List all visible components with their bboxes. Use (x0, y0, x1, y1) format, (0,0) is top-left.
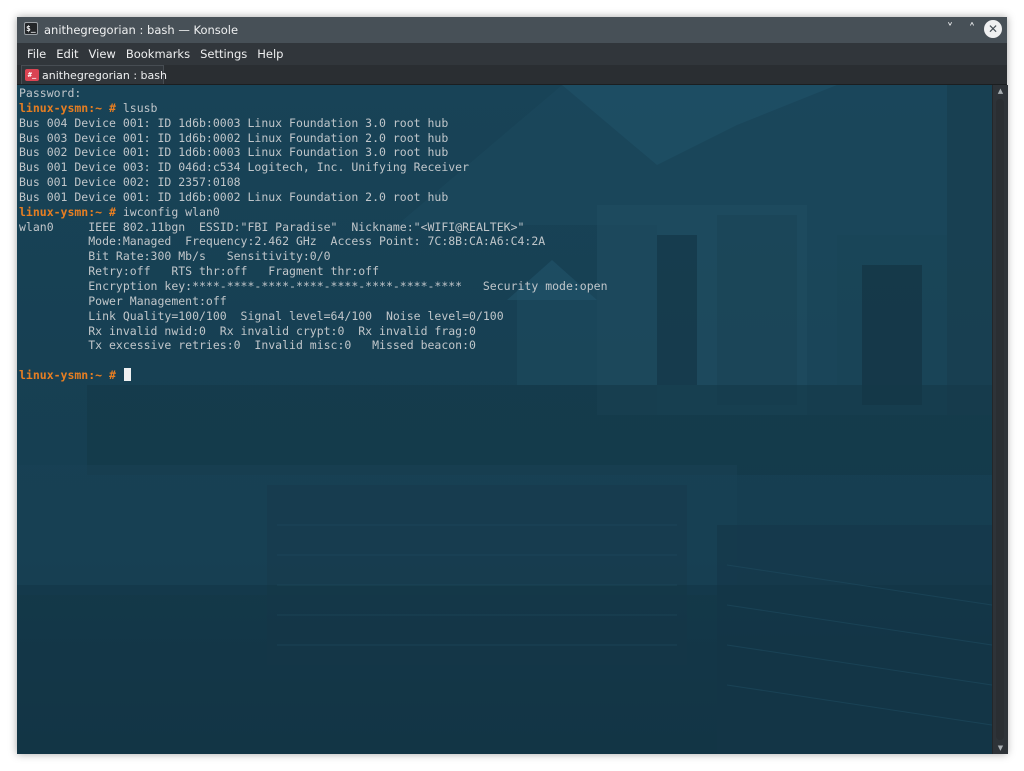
output-text: Bus 001 Device 003: ID 046d:c534 Logitec… (19, 160, 470, 175)
terminal-line: Password: (19, 86, 608, 101)
output-text: Rx invalid nwid:0 Rx invalid crypt:0 Rx … (19, 323, 476, 338)
menu-settings[interactable]: Settings (195, 43, 252, 65)
terminal-tab-icon: #_ (25, 69, 39, 81)
shell-prompt: linux-ysmn:~ # (19, 100, 116, 115)
menu-bookmarks[interactable]: Bookmarks (121, 43, 195, 65)
output-text: Retry:off RTS thr:off Fragment thr:off (19, 264, 380, 279)
scroll-up-icon[interactable]: ▲ (993, 85, 1008, 97)
menu-help[interactable]: Help (252, 43, 288, 65)
terminal-line: Bus 001 Device 003: ID 046d:c534 Logitec… (19, 160, 608, 175)
output-text: Bus 002 Device 001: ID 1d6b:0003 Linux F… (19, 145, 449, 160)
close-icon: ✕ (987, 22, 999, 36)
terminal-line: linux-ysmn:~ # iwconfig wlan0 (19, 205, 608, 220)
terminal-line: linux-ysmn:~ # lsusb (19, 101, 608, 116)
output-text: Power Management:off (19, 293, 227, 308)
terminal-line: Bus 001 Device 001: ID 1d6b:0002 Linux F… (19, 190, 608, 205)
tab-bar: #_ anithegregorian : bash (17, 65, 1007, 85)
shell-command (116, 368, 123, 382)
terminal-line: Bus 004 Device 001: ID 1d6b:0003 Linux F… (19, 116, 608, 131)
maximize-button[interactable]: ˄ (963, 21, 981, 39)
terminal-line: Bus 002 Device 001: ID 1d6b:0003 Linux F… (19, 145, 608, 160)
shell-prompt: linux-ysmn:~ # (19, 368, 116, 383)
menu-view[interactable]: View (84, 43, 121, 65)
output-text: Encryption key:****-****-****-****-****-… (19, 278, 608, 293)
terminal-line: Power Management:off (19, 294, 608, 309)
menu-edit[interactable]: Edit (51, 43, 83, 65)
terminal-output: Password: linux-ysmn:~ # lsusb Bus 004 Dev… (19, 86, 608, 383)
output-text: Bus 001 Device 001: ID 1d6b:0002 Linux F… (19, 189, 449, 204)
output-text: Link Quality=100/100 Signal level=64/100… (19, 308, 504, 323)
terminal-line: Bus 001 Device 002: ID 2357:0108 (19, 175, 608, 190)
tab-bash-session[interactable]: #_ anithegregorian : bash (21, 65, 167, 84)
chevron-up-icon: ˄ (968, 22, 976, 37)
output-text: wlan0 IEEE 802.11bgn ESSID:"FBI Paradise… (19, 219, 525, 234)
output-text: Bus 003 Device 001: ID 1d6b:0002 Linux F… (19, 130, 449, 145)
output-text: Bus 004 Device 001: ID 1d6b:0003 Linux F… (19, 115, 449, 130)
output-text: Tx excessive retries:0 Invalid misc:0 Mi… (19, 338, 476, 353)
terminal-line: Mode:Managed Frequency:2.462 GHz Access … (19, 234, 608, 249)
konsole-window: $_ anithegregorian : bash — Konsole ˅ ˄ … (17, 17, 1008, 754)
shell-command: lsusb (115, 100, 158, 115)
terminal-line: Tx excessive retries:0 Invalid misc:0 Mi… (19, 338, 608, 353)
terminal-line: Retry:off RTS thr:off Fragment thr:off (19, 264, 608, 279)
chevron-down-icon: ˅ (946, 22, 954, 37)
output-text: Mode:Managed Frequency:2.462 GHz Access … (19, 234, 546, 249)
window-title: anithegregorian : bash — Konsole (44, 23, 239, 37)
terminal-line: Rx invalid nwid:0 Rx invalid crypt:0 Rx … (19, 324, 608, 339)
scroll-down-icon[interactable]: ▼ (993, 742, 1008, 754)
output-text: Password: (19, 86, 82, 100)
minimize-button[interactable]: ˅ (941, 21, 959, 39)
terminal-app-icon[interactable]: $_ (24, 22, 38, 35)
terminal-line: Bit Rate:300 Mb/s Sensitivity:0/0 (19, 249, 608, 264)
scrollbar-track[interactable] (996, 99, 1004, 740)
vertical-scrollbar[interactable]: ▲ ▼ (992, 85, 1008, 754)
terminal-line: wlan0 IEEE 802.11bgn ESSID:"FBI Paradise… (19, 220, 608, 235)
terminal-line: Link Quality=100/100 Signal level=64/100… (19, 309, 608, 324)
terminal-line: linux-ysmn:~ # (19, 368, 608, 383)
shell-prompt: linux-ysmn:~ # (19, 204, 116, 219)
menu-file[interactable]: File (22, 43, 51, 65)
title-bar[interactable]: $_ anithegregorian : bash — Konsole ˅ ˄ … (17, 17, 1007, 43)
terminal-line: Bus 003 Device 001: ID 1d6b:0002 Linux F… (19, 131, 608, 146)
output-text: Bit Rate:300 Mb/s Sensitivity:0/0 (19, 249, 331, 264)
terminal-line: Encryption key:****-****-****-****-****-… (19, 278, 608, 294)
shell-command: iwconfig wlan0 (115, 204, 220, 219)
text-cursor[interactable] (123, 368, 131, 382)
close-button[interactable]: ✕ (984, 20, 1002, 38)
menu-bar: File Edit View Bookmarks Settings Help (17, 43, 1007, 65)
output-text: Bus 001 Device 002: ID 2357:0108 (19, 175, 241, 190)
terminal-view[interactable]: Password: linux-ysmn:~ # lsusb Bus 004 Dev… (17, 85, 992, 754)
tab-label: anithegregorian : bash (42, 69, 167, 82)
